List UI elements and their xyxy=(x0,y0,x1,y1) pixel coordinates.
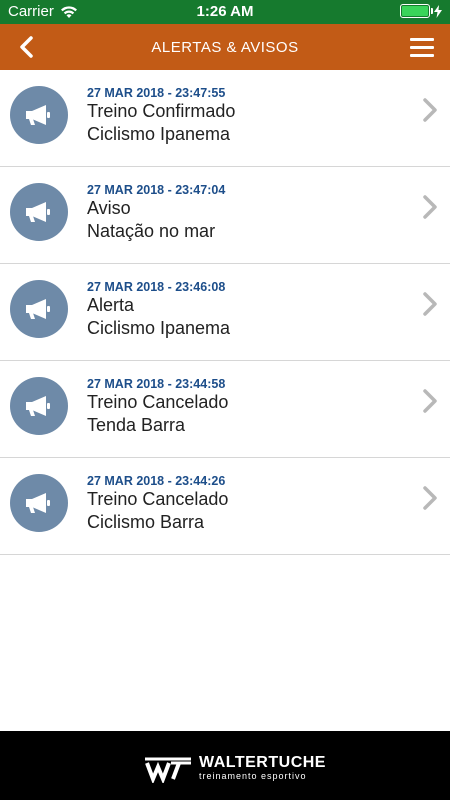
alert-date: 27 MAR 2018 - 23:47:55 xyxy=(87,86,226,100)
alert-list-item[interactable]: 27 MAR 2018 - 23:44:26 Treino Cancelado … xyxy=(0,458,450,555)
alert-title: Treino Cancelado xyxy=(87,392,229,412)
megaphone-avatar xyxy=(10,183,68,241)
brand-tagline: treinamento esportivo xyxy=(199,770,307,781)
menu-button[interactable] xyxy=(410,38,434,58)
chevron-right-icon xyxy=(423,195,437,219)
battery-level xyxy=(402,6,428,16)
alert-date: 27 MAR 2018 - 23:44:58 xyxy=(87,377,226,391)
logo-text: WALTERTUCHE treinamento esportivo xyxy=(199,753,326,782)
megaphone-icon xyxy=(26,299,50,319)
alert-title: Treino Confirmado xyxy=(87,101,236,121)
alert-list: 27 MAR 2018 - 23:47:55 Treino Confirmado… xyxy=(0,70,450,555)
status-right xyxy=(400,4,442,18)
chevron-right-icon xyxy=(423,98,437,122)
alert-subtitle: Tenda Barra xyxy=(87,415,186,435)
brand-name: WALTERTUCHE xyxy=(199,753,326,771)
brand-logo: WALTERTUCHE treinamento esportivo xyxy=(143,753,326,783)
megaphone-icon xyxy=(26,202,50,222)
chevron-right-icon xyxy=(423,486,437,510)
alert-date: 27 MAR 2018 - 23:44:26 xyxy=(87,474,226,488)
status-bar: Carrier 1:26 AM xyxy=(0,0,450,24)
alert-list-item[interactable]: 27 MAR 2018 - 23:44:58 Treino Cancelado … xyxy=(0,361,450,458)
alert-list-item[interactable]: 27 MAR 2018 - 23:46:08 Alerta Ciclismo I… xyxy=(0,264,450,361)
megaphone-icon xyxy=(26,493,50,513)
alert-title: Alerta xyxy=(87,295,135,315)
hamburger-menu-icon xyxy=(410,38,434,57)
megaphone-icon xyxy=(26,105,50,125)
alert-subtitle: Ciclismo Ipanema xyxy=(87,318,231,338)
megaphone-avatar xyxy=(10,86,68,144)
battery-icon xyxy=(400,4,433,18)
alert-title: Aviso xyxy=(87,198,131,218)
alert-subtitle: Natação no mar xyxy=(87,221,216,241)
footer: WALTERTUCHE treinamento esportivo xyxy=(0,731,450,800)
wt-logo-mark-icon xyxy=(145,757,191,783)
chevron-right-icon xyxy=(423,292,437,316)
status-time: 1:26 AM xyxy=(196,3,254,20)
alert-subtitle: Ciclismo Ipanema xyxy=(87,124,231,144)
chevron-right-icon xyxy=(423,389,437,413)
megaphone-icon xyxy=(26,396,50,416)
alert-list-item[interactable]: 27 MAR 2018 - 23:47:55 Treino Confirmado… xyxy=(0,70,450,167)
alert-date: 27 MAR 2018 - 23:47:04 xyxy=(87,183,226,197)
alert-list-item[interactable]: 27 MAR 2018 - 23:47:04 Aviso Natação no … xyxy=(0,167,450,264)
page-title: ALERTAS & AVISOS xyxy=(151,39,299,56)
megaphone-avatar xyxy=(10,474,68,532)
megaphone-avatar xyxy=(10,377,68,435)
alert-title: Treino Cancelado xyxy=(87,489,229,509)
charging-icon xyxy=(434,4,442,18)
megaphone-avatar xyxy=(10,280,68,338)
alert-date: 27 MAR 2018 - 23:46:08 xyxy=(87,280,226,294)
alert-subtitle: Ciclismo Barra xyxy=(87,512,205,532)
nav-bar: ALERTAS & AVISOS xyxy=(0,24,450,70)
